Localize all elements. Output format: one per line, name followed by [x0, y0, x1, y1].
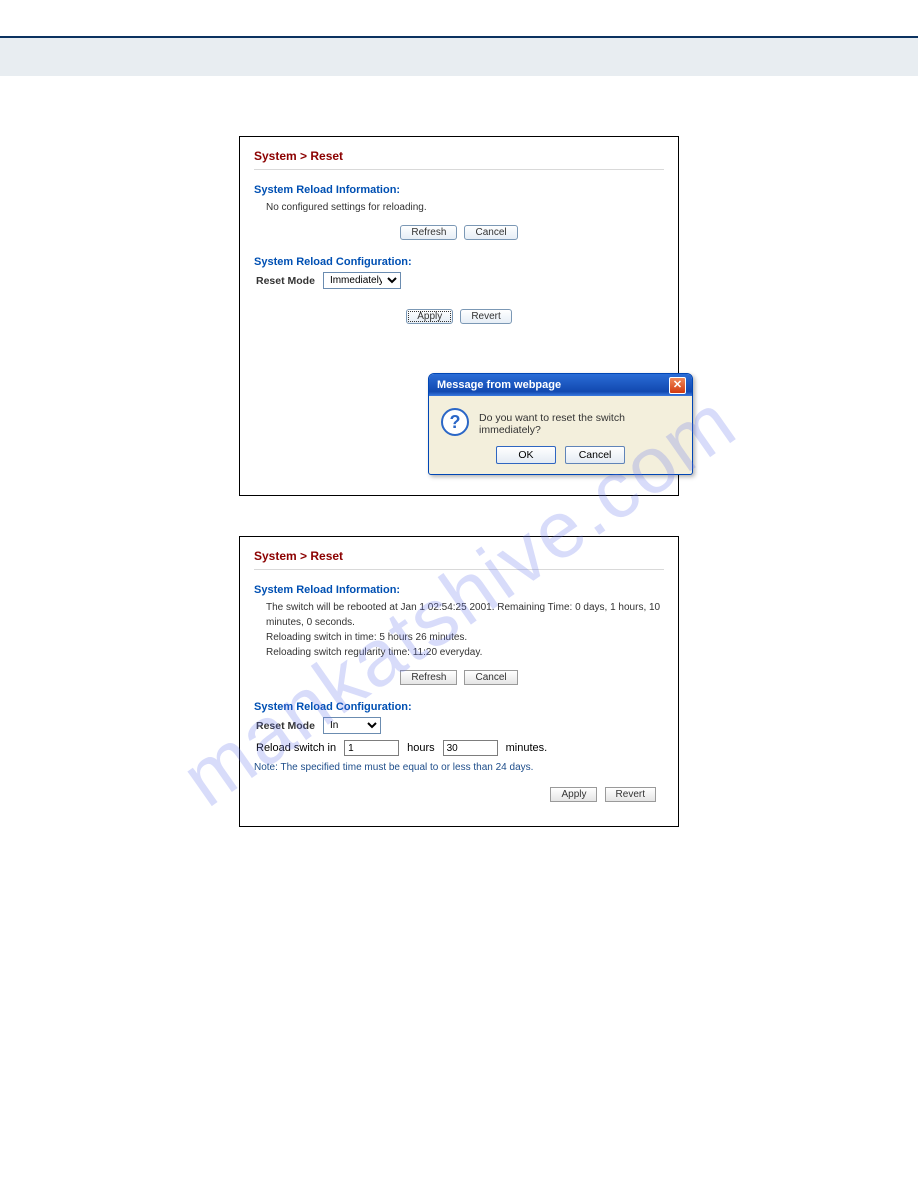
- confirm-dialog: Message from webpage ✕ ? Do you want to …: [428, 373, 693, 475]
- reload-info-title: System Reload Information:: [254, 584, 664, 596]
- panel-reset-immediate: System > Reset System Reload Information…: [239, 136, 679, 496]
- revert-button[interactable]: Revert: [460, 309, 511, 324]
- close-icon[interactable]: ✕: [669, 377, 686, 394]
- header-gray-band: [0, 38, 918, 76]
- refresh-button[interactable]: Refresh: [400, 670, 457, 685]
- refresh-button[interactable]: Refresh: [400, 225, 457, 240]
- reload-info-line3: Reloading switch regularity time: 11:20 …: [254, 645, 664, 660]
- dialog-cancel-button[interactable]: Cancel: [565, 446, 625, 464]
- reset-mode-label: Reset Mode: [256, 275, 315, 287]
- hours-label: hours: [407, 742, 435, 754]
- cancel-button[interactable]: Cancel: [464, 225, 517, 240]
- reload-prefix-label: Reload switch in: [256, 742, 336, 754]
- reset-mode-select[interactable]: In: [323, 717, 381, 734]
- reload-info-line2: Reloading switch in time: 5 hours 26 min…: [254, 630, 664, 645]
- cancel-button[interactable]: Cancel: [464, 670, 517, 685]
- reload-info-line1: The switch will be rebooted at Jan 1 02:…: [254, 600, 664, 630]
- breadcrumb: System > Reset: [254, 545, 664, 570]
- apply-button[interactable]: Apply: [406, 309, 453, 324]
- minutes-label: minutes.: [506, 742, 548, 754]
- dialog-ok-button[interactable]: OK: [496, 446, 556, 464]
- reload-info-text: No configured settings for reloading.: [254, 200, 664, 215]
- header-top-bar: [0, 0, 918, 38]
- reset-mode-label: Reset Mode: [256, 720, 315, 732]
- reset-mode-select[interactable]: Immediately: [323, 272, 401, 289]
- dialog-message: Do you want to reset the switch immediat…: [479, 408, 680, 436]
- dialog-titlebar[interactable]: Message from webpage ✕: [429, 374, 692, 396]
- panel-reset-in: System > Reset System Reload Information…: [239, 536, 679, 827]
- breadcrumb: System > Reset: [254, 145, 664, 170]
- question-icon: ?: [441, 408, 469, 436]
- reload-config-title: System Reload Configuration:: [254, 256, 664, 268]
- revert-button[interactable]: Revert: [605, 787, 656, 802]
- reload-info-title: System Reload Information:: [254, 184, 664, 196]
- hours-input[interactable]: [344, 740, 399, 756]
- apply-button[interactable]: Apply: [550, 787, 597, 802]
- minutes-input[interactable]: [443, 740, 498, 756]
- dialog-title: Message from webpage: [437, 379, 561, 391]
- reload-config-title: System Reload Configuration:: [254, 701, 664, 713]
- note-text: Note: The specified time must be equal t…: [254, 762, 664, 773]
